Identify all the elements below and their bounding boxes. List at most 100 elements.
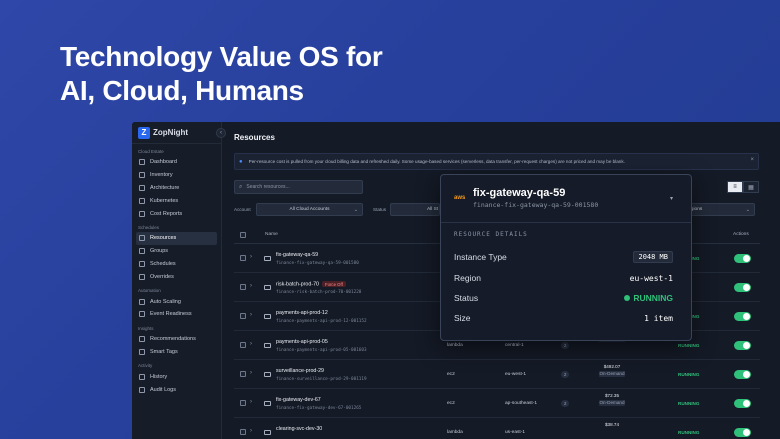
sidebar-item-label: Inventory [150,172,173,179]
sidebar-item-event-readiness[interactable]: Event Readiness [136,308,217,321]
details-section-title: RESOURCE DETAILS [454,231,528,238]
grid-view-icon[interactable]: ▦ [743,181,759,193]
logo-icon: Z [138,126,150,139]
service-type: ec2 [447,372,455,377]
tag-count: 2 [561,371,570,378]
sidebar-item-history[interactable]: History [136,370,217,383]
sidebar-item-cost-reports[interactable]: Cost Reports [136,207,217,220]
cost-cell: $492.07 On-Demand [599,364,625,377]
row-checkbox[interactable] [240,284,246,290]
sidebar-item-inventory[interactable]: Inventory [136,169,217,182]
row-checkbox[interactable] [240,371,246,377]
sidebar-item-label: Recommendations [150,336,196,343]
resource-name-text: surveillance-prod-29 [276,368,324,374]
resource-name-text: fix-gateway-qa-59 [276,252,319,258]
chevron-right-icon[interactable]: › [250,341,252,347]
sidebar-item-label: Resources [150,235,177,242]
close-icon[interactable]: × [750,157,754,163]
table-row[interactable]: › clearing-svc-dev-30 lambda us-east-1 $38.7… [234,418,760,439]
nav-section-label: Automation [138,288,161,294]
pricing-model: On-Demand [599,400,625,406]
sidebar-item-label: Event Readiness [150,311,192,318]
chevron-right-icon[interactable]: › [250,254,252,260]
detail-size: Size 1 item [454,312,673,324]
region: ap-southeast-1 [505,401,537,406]
schedule-toggle[interactable] [734,341,751,350]
chevron-right-icon[interactable]: › [250,428,252,434]
resource-name-text: clearing-svc-dev-30 [276,426,323,432]
nav-section-label: Schedules [138,224,160,230]
hero-line-2: AI, Cloud, Humans [60,75,304,106]
kubernetes-icon [139,197,145,204]
sidebar-item-dashboard[interactable]: Dashboard [136,156,217,169]
cost-value: $72.35 [604,393,620,398]
info-text: Per-resource cost is pulled from your cl… [248,159,625,164]
resource-id: finance-payments-api-prod-12-001152 [276,319,367,324]
overrides-icon [139,273,145,280]
schedule-toggle[interactable] [734,283,751,292]
row-checkbox[interactable] [240,429,246,435]
sidebar-item-auto-scaling[interactable]: Auto Scaling [136,295,217,308]
sidebar-item-kubernetes[interactable]: Kubernetes [136,194,217,207]
detail-label: Region [454,273,481,283]
schedule-toggle[interactable] [734,312,751,321]
chevron-right-icon[interactable]: › [250,283,252,289]
server-icon [264,314,271,319]
schedule-toggle[interactable] [734,399,751,408]
resource-id: finance-surveillance-prod-29-001119 [276,377,367,382]
status-filter-select[interactable]: All St [390,203,440,216]
row-checkbox[interactable] [240,313,246,319]
inventory-icon [139,172,145,179]
server-icon [264,285,271,290]
smart-tags-icon [139,348,145,355]
chevron-right-icon[interactable]: › [250,312,252,318]
sidebar-item-audit-logs[interactable]: Audit Logs [136,383,217,396]
table-row[interactable]: › surveillance-prod-29 finance-surveillanc… [234,360,760,389]
hero-line-1: Technology Value OS for [60,41,383,72]
schedule-toggle[interactable] [734,370,751,379]
table-row[interactable]: › fix-gateway-dev-67 finance-fix-gateway-d… [234,389,760,418]
logo-text: ZopNight [153,128,189,137]
status-dot-icon [624,295,631,301]
sidebar-item-recommendations[interactable]: Recommendations [136,333,217,346]
sidebar-item-smart-tags[interactable]: Smart Tags [136,346,217,359]
row-checkbox[interactable] [240,342,246,348]
cost-reports-icon [139,210,145,217]
chevron-down-icon[interactable]: ▾ [670,195,673,202]
chevron-right-icon[interactable]: › [250,370,252,376]
search-input[interactable]: ⌕ Search resources... [234,180,363,194]
logo[interactable]: Z ZopNight ‹ [132,122,226,144]
region: us-east-1 [505,430,525,435]
popover-title: fix-gateway-qa-59 [473,187,566,199]
detail-value: RUNNING [633,293,673,303]
sidebar-item-label: Groups [150,248,169,255]
schedule-toggle[interactable] [734,254,751,263]
cost-value: $38.74 [604,422,620,427]
popover-subtitle: finance-fix-gateway-qa-59-001580 [473,201,599,209]
server-icon [264,256,271,261]
sidebar-item-resources[interactable]: Resources [136,231,217,245]
account-filter-select[interactable]: All Cloud Accounts ⌄ [256,203,363,216]
list-view-icon[interactable]: ≡ [727,181,743,193]
server-icon [264,343,271,348]
sidebar-item-schedules[interactable]: Schedules [136,258,217,271]
select-all-checkbox[interactable] [240,232,246,238]
schedule-toggle[interactable] [734,428,751,437]
info-banner: ● Per-resource cost is pulled from your … [234,153,759,170]
server-icon [264,430,271,435]
search-placeholder: Search resources... [246,184,290,190]
sidebar-item-label: Auto Scaling [150,298,181,305]
groups-icon [139,248,145,255]
sidebar-item-overrides[interactable]: Overrides [136,270,217,283]
row-checkbox[interactable] [240,400,246,406]
status-filter-label: Status [373,207,387,212]
sidebar-item-groups[interactable]: Groups [136,245,217,258]
nav-section-label: Activity [138,363,153,369]
sidebar-item-architecture[interactable]: Architecture [136,182,217,195]
resource-name: clearing-svc-dev-30 [276,426,322,432]
chevron-right-icon[interactable]: › [250,399,252,405]
resource-name-text: payments-api-prod-05 [276,339,328,345]
resource-name: fix-gateway-dev-67 [276,397,321,403]
row-checkbox[interactable] [240,255,246,261]
server-icon [264,401,271,406]
